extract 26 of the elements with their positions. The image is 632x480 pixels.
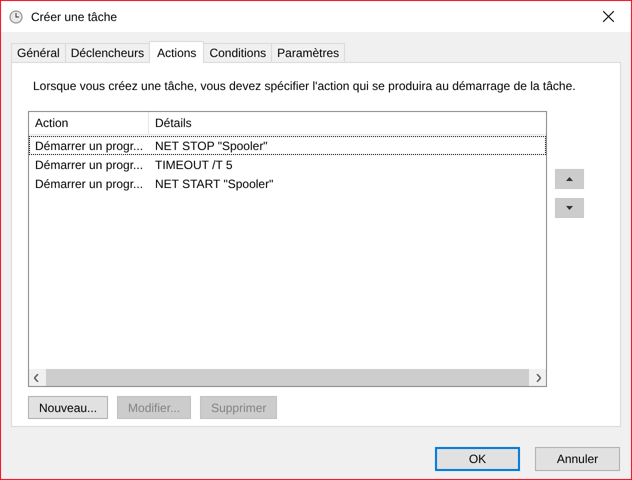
tab[interactable]: Actions: [149, 41, 204, 63]
details-cell-text: NET START "Spooler": [154, 176, 274, 190]
list-row[interactable]: Démarrer un progr... NET START "Spooler": [29, 174, 546, 193]
tab[interactable]: Général: [11, 43, 66, 62]
move-down-button[interactable]: [555, 198, 584, 218]
action-cell-text: Démarrer un progr...: [34, 138, 144, 152]
details-cell-text: NET STOP "Spooler": [154, 138, 268, 152]
description-text: Lorsque vous créez une tâche, vous devez spécifier l'action qui se produira au démarrage de la tâche.: [33, 79, 577, 93]
dialog-button[interactable]: Annuler: [535, 447, 620, 471]
dialog-button[interactable]: OK: [435, 447, 520, 471]
action-cell-text: Démarrer un progr...: [34, 158, 144, 172]
list-row[interactable]: Démarrer un progr... NET STOP "Spooler": [29, 136, 546, 155]
triangle-up-icon: [566, 177, 573, 181]
column-header[interactable]: Action: [29, 112, 149, 134]
clock-icon: [9, 10, 23, 24]
window-title: Créer une tâche: [31, 10, 118, 24]
column-header[interactable]: Détails: [149, 112, 192, 134]
close-icon: [602, 11, 614, 22]
action-button[interactable]: Nouveau...: [28, 396, 108, 419]
action-cell-text: Démarrer un progr...: [34, 176, 144, 190]
triangle-down-icon: [566, 206, 573, 210]
details-cell-text: TIMEOUT /T 5: [154, 158, 233, 172]
tab[interactable]: Paramètres: [271, 43, 346, 62]
list-row[interactable]: Démarrer un progr... TIMEOUT /T 5: [29, 155, 546, 174]
scrollbar-thumb[interactable]: [46, 369, 529, 386]
move-up-button[interactable]: [555, 169, 584, 189]
